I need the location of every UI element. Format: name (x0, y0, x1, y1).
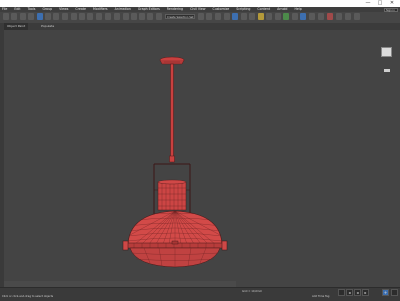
auto-key-button[interactable] (338, 289, 345, 296)
arnold-ipr-icon[interactable] (318, 13, 324, 20)
edit-named-selection-icon[interactable] (156, 13, 162, 20)
window-crossing-icon[interactable] (62, 13, 68, 20)
arnold-tools-icon[interactable] (345, 13, 351, 20)
scene-explorer-icon[interactable] (215, 13, 221, 20)
redo-icon[interactable] (11, 13, 17, 20)
lamp-rod (169, 63, 175, 163)
material-editor-icon[interactable] (258, 13, 264, 20)
pendant-lamp-wireframe (122, 56, 228, 268)
render-iterative-icon[interactable] (292, 13, 298, 20)
curve-editor-icon[interactable] (241, 13, 247, 20)
rendered-frame-window-icon[interactable] (275, 13, 281, 20)
percent-snap-icon[interactable] (139, 13, 145, 20)
tab-populate[interactable]: Populate (41, 23, 54, 30)
scale-icon[interactable] (87, 13, 93, 20)
add-plus-icon[interactable]: + (382, 289, 389, 296)
mirror-icon[interactable] (198, 13, 204, 20)
pivot-icon[interactable] (114, 13, 120, 20)
lamp-glass-bowl (129, 247, 221, 268)
lamp-neck (157, 179, 187, 211)
selection-set-dropdown[interactable]: Create Selection Set (165, 13, 195, 19)
previous-frame-icon[interactable]: ◂ (354, 289, 361, 296)
add-time-tag-button[interactable]: Add Time Tag (312, 295, 329, 298)
render-setup-icon[interactable] (266, 13, 272, 20)
prompt-line: Click or click-and-drag to select object… (2, 295, 54, 298)
workspace-icon[interactable] (354, 13, 360, 20)
layer-explorer-icon[interactable] (224, 13, 230, 20)
arnold-light-icon[interactable] (327, 13, 333, 20)
selection-region-icon[interactable] (53, 13, 59, 20)
close-icon[interactable]: ✕ (388, 0, 396, 7)
select-object-icon[interactable] (37, 13, 43, 20)
minimize-icon[interactable]: — (364, 0, 372, 7)
lamp-canopy (159, 56, 185, 65)
lamp-dome (127, 210, 223, 245)
rotate-icon[interactable] (79, 13, 85, 20)
spinner-snap-icon[interactable] (147, 13, 153, 20)
ribbon-toggle-icon[interactable] (232, 13, 238, 20)
schematic-view-icon[interactable] (249, 13, 255, 20)
arnold-scene-icon[interactable] (336, 13, 342, 20)
place-icon[interactable] (96, 13, 102, 20)
go-to-start-icon[interactable]: ◂ (346, 289, 353, 296)
render-in-cloud-icon[interactable] (300, 13, 306, 20)
ribbon-bar: Object Paint Populate (0, 23, 400, 30)
window-titlebar: — □ ✕ (0, 0, 400, 7)
angle-snap-icon[interactable] (131, 13, 137, 20)
reference-coordinate-icon[interactable] (105, 13, 111, 20)
pan-view-icon[interactable] (391, 289, 398, 296)
align-icon[interactable] (206, 13, 212, 20)
arnold-render-icon[interactable] (309, 13, 315, 20)
unlink-icon[interactable] (28, 13, 34, 20)
snaps-toggle-icon[interactable] (123, 13, 129, 20)
viewcube[interactable] (381, 47, 392, 57)
grid-readout: Grid = 10,0mm (242, 289, 263, 293)
link-icon[interactable] (20, 13, 26, 20)
tab-object-paint[interactable]: Object Paint (4, 23, 29, 30)
undo-icon[interactable] (3, 13, 9, 20)
render-production-icon[interactable] (283, 13, 289, 20)
move-icon[interactable] (71, 13, 77, 20)
maximize-icon[interactable]: □ (376, 0, 384, 7)
sign-in-field[interactable]: Sign in (384, 7, 398, 12)
select-by-name-icon[interactable] (45, 13, 51, 20)
viewport-layout-tab[interactable] (384, 69, 390, 72)
play-icon[interactable]: ▸ (362, 289, 369, 296)
